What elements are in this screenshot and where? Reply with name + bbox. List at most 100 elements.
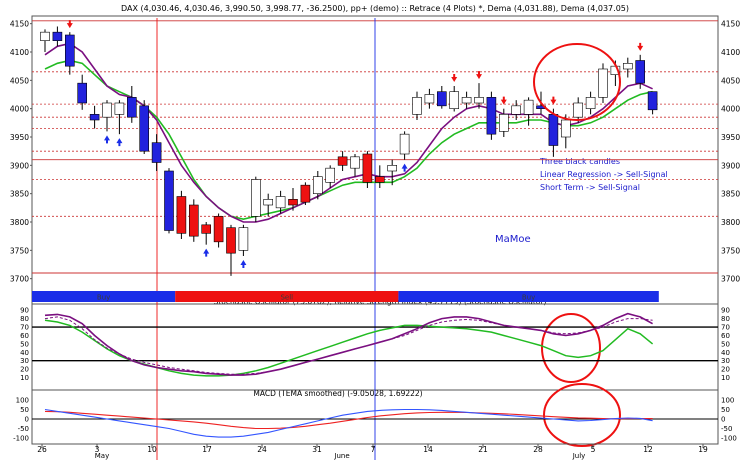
- candle-body: [498, 114, 509, 132]
- candle-body: [362, 153, 373, 183]
- x-tick-label: 12: [643, 445, 653, 454]
- candle-body: [486, 97, 497, 135]
- stoch-y-tick-right: 40: [721, 349, 730, 357]
- candle-body: [300, 184, 311, 203]
- signal-band-label: Buy: [522, 294, 535, 302]
- sell-signal-arrow: [637, 42, 644, 51]
- macd-y-tick-right: -100: [721, 435, 737, 443]
- y-tick-label-right: 3700: [721, 275, 740, 284]
- y-tick-label-left: 4150: [10, 20, 29, 29]
- y-tick-label-left: 3800: [10, 218, 29, 227]
- candle-body: [238, 227, 249, 251]
- candle-body: [65, 34, 75, 67]
- candle-body: [412, 97, 422, 115]
- stoch-y-tick-left: 20: [20, 366, 29, 374]
- candle-body: [52, 31, 63, 41]
- candle-body: [139, 105, 149, 152]
- candle-body: [374, 176, 385, 183]
- stoch-d-line: [44, 316, 653, 375]
- candle-body: [201, 224, 211, 234]
- x-tick-label: 19: [698, 445, 708, 454]
- x-tick-label: 24: [257, 445, 267, 454]
- candle-body: [511, 105, 522, 115]
- macd-y-tick-right: 0: [721, 416, 725, 424]
- stoch-y-tick-left: 40: [20, 349, 29, 357]
- candle-body: [89, 114, 100, 121]
- buy-signal-arrow: [203, 248, 210, 257]
- x-tick-label: 28: [533, 445, 543, 454]
- candle-body: [151, 142, 162, 163]
- stoch-y-tick-right: 90: [721, 307, 730, 315]
- y-tick-label-left: 3850: [10, 190, 29, 199]
- main-chart-title: DAX (4,030.46, 4,030.46, 3,990.50, 3,998…: [121, 4, 629, 13]
- candle-body: [449, 91, 460, 109]
- stoch-y-tick-right: 80: [721, 315, 730, 323]
- month-label: June: [333, 452, 349, 460]
- stoch-y-tick-right: 70: [721, 324, 730, 332]
- sell-signal-arrow: [451, 74, 458, 82]
- stoch-y-tick-left: 70: [20, 324, 29, 332]
- candle-body: [474, 97, 484, 104]
- candle-body: [213, 216, 224, 243]
- candle-body: [387, 165, 398, 172]
- candle-body: [523, 99, 534, 115]
- watermark-label: MaMoe: [495, 234, 531, 245]
- highlight-circle-stochastic: [541, 313, 601, 383]
- y-tick-label-left: 4050: [10, 76, 29, 85]
- sell-signal-arrow: [500, 96, 507, 105]
- stoch-y-tick-left: 80: [20, 315, 29, 323]
- y-tick-label-left: 3750: [10, 246, 29, 255]
- candle-body: [288, 199, 298, 206]
- y-tick-label-left: 3950: [10, 133, 29, 142]
- stoch-y-tick-left: 90: [20, 307, 29, 315]
- sell-signal-arrow: [550, 96, 557, 105]
- buy-signal-arrow: [116, 138, 123, 147]
- stoch-y-tick-left: 30: [20, 357, 29, 365]
- x-tick-label: 10: [147, 445, 157, 454]
- x-tick-label: 14: [423, 445, 433, 454]
- candle-body: [598, 68, 608, 98]
- y-tick-label-right: 4100: [721, 48, 740, 57]
- stoch-y-tick-right: 30: [721, 357, 730, 365]
- stoch-y-tick-left: 50: [20, 340, 29, 348]
- y-tick-label-right: 3950: [721, 133, 740, 142]
- stoch-y-tick-right: 50: [721, 340, 730, 348]
- highlight-circle-macd: [543, 383, 621, 447]
- stoch-y-tick-right: 10: [721, 374, 730, 382]
- annotation-line-2: Linear Regression -> Sell-Signal: [540, 170, 668, 179]
- y-tick-label-right: 4050: [721, 76, 740, 85]
- macd-y-tick-left: -50: [18, 425, 29, 433]
- candle-body: [424, 94, 435, 104]
- month-label: July: [572, 452, 586, 460]
- y-tick-label-right: 3900: [721, 161, 740, 170]
- x-tick-label: 5: [591, 445, 596, 454]
- y-tick-label-left: 4100: [10, 48, 29, 57]
- x-tick-label: 31: [312, 445, 322, 454]
- macd-y-tick-right: 100: [721, 396, 734, 404]
- y-tick-label-right: 3850: [721, 190, 740, 199]
- y-tick-label-right: 3750: [721, 246, 740, 255]
- macd-y-tick-left: 0: [25, 416, 29, 424]
- x-tick-label: 17: [202, 445, 212, 454]
- candle-body: [164, 170, 174, 231]
- stoch-y-tick-left: 10: [20, 374, 29, 382]
- candle-body: [647, 91, 658, 111]
- candle-body: [102, 102, 112, 118]
- stoch-y-tick-right: 20: [721, 366, 730, 374]
- candle-body: [622, 63, 633, 70]
- candle-body: [399, 133, 410, 155]
- macd-y-tick-right: 50: [721, 406, 730, 414]
- candle-body: [573, 102, 584, 118]
- candle-body: [548, 114, 559, 146]
- candle-body: [127, 97, 137, 118]
- stoch-y-tick-left: 60: [20, 332, 29, 340]
- y-tick-label-right: 3800: [721, 218, 740, 227]
- candle-body: [350, 156, 360, 169]
- chart-svg: DAX (4,030.46, 4,030.46, 3,990.50, 3,998…: [10, 4, 740, 460]
- candle-body: [114, 102, 125, 115]
- chart-root: DAX (4,030.46, 4,030.46, 3,990.50, 3,998…: [0, 0, 750, 460]
- rsi-line: [44, 319, 654, 377]
- candle-body: [560, 119, 571, 138]
- buy-signal-arrow: [240, 260, 247, 268]
- candle-body: [325, 167, 336, 183]
